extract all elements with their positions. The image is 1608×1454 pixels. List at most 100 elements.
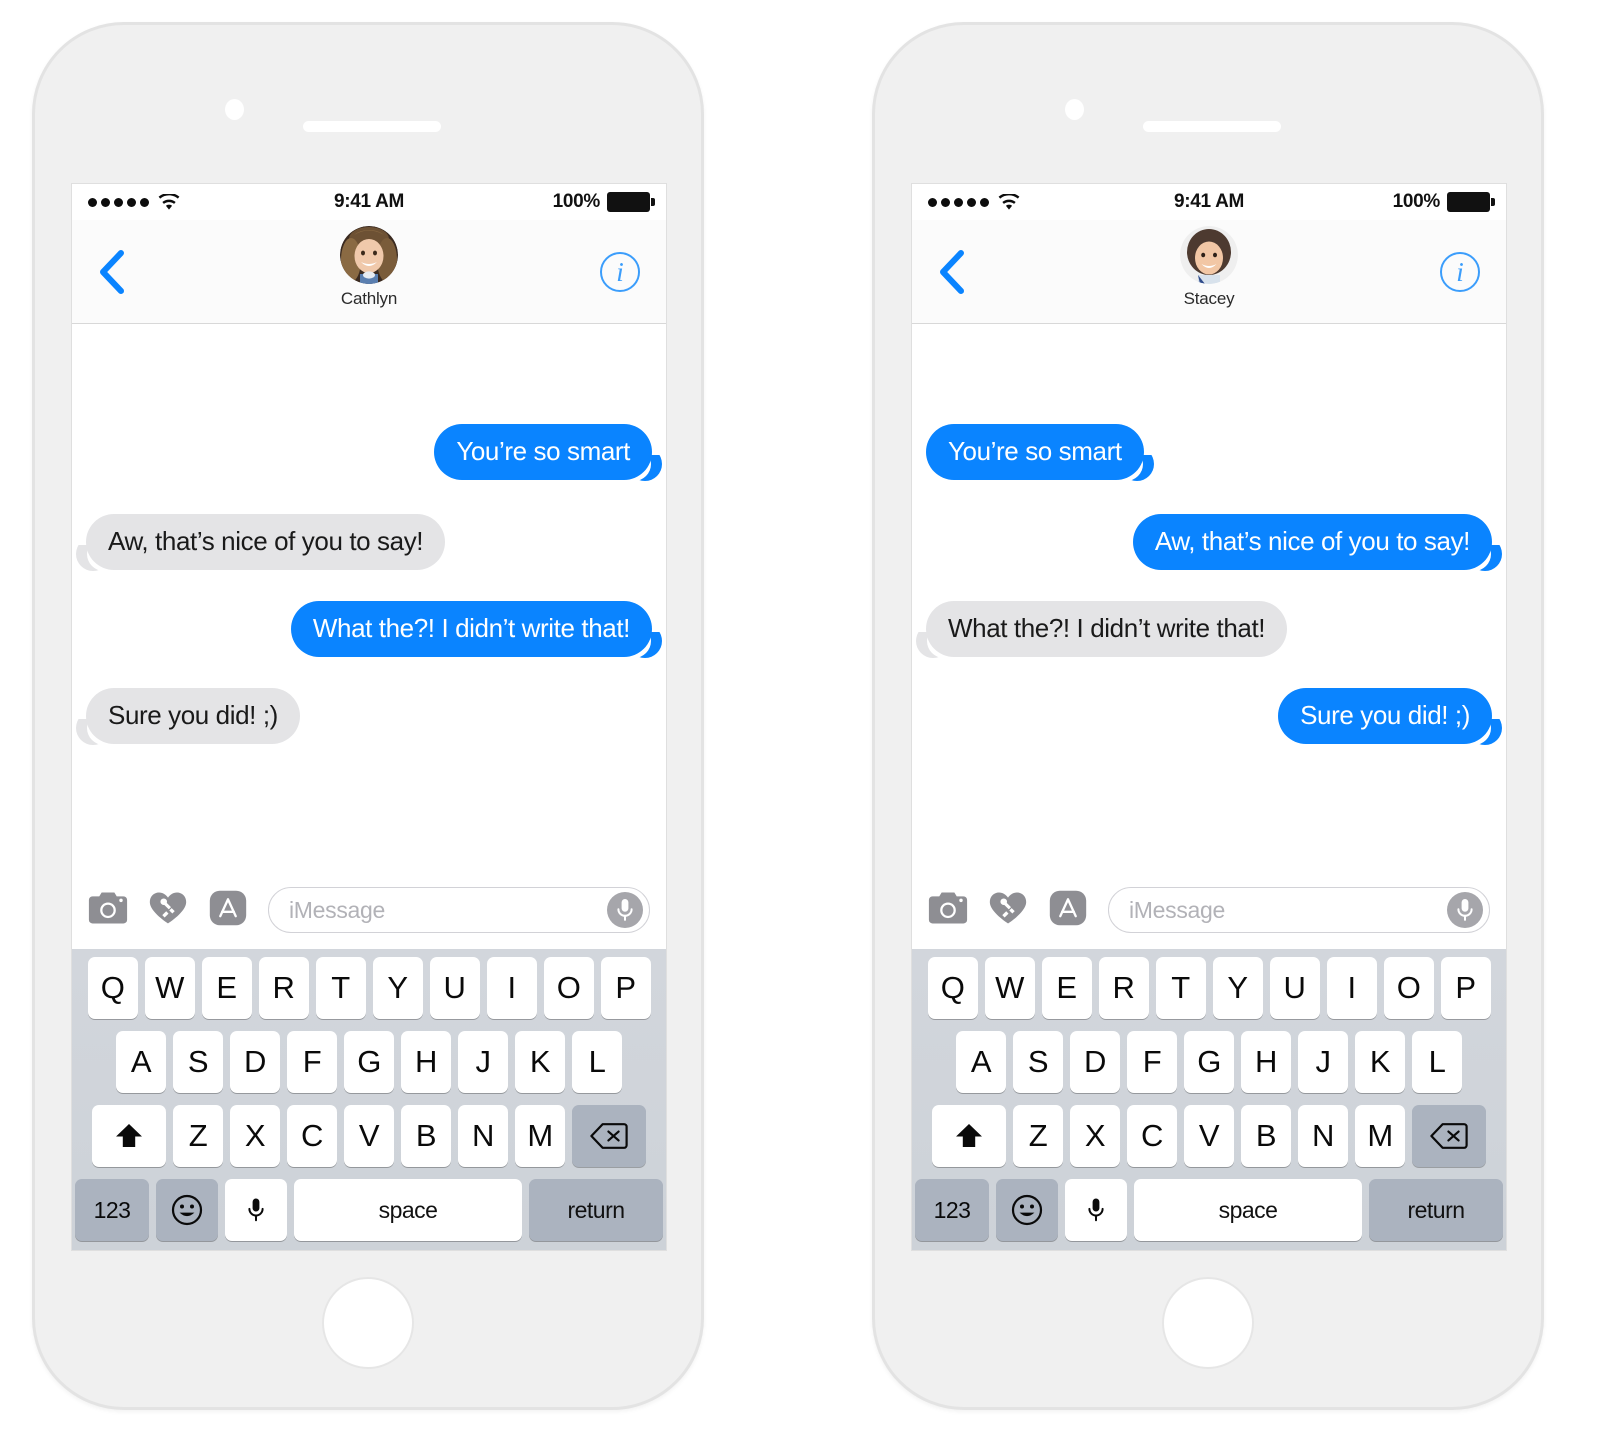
camera-icon[interactable] <box>928 888 968 933</box>
key-C[interactable]: C <box>1127 1105 1177 1167</box>
backspace-icon[interactable] <box>1412 1105 1486 1167</box>
home-button[interactable] <box>322 1277 414 1369</box>
digital-touch-heart-icon[interactable] <box>148 888 188 933</box>
key-F[interactable]: F <box>287 1031 337 1093</box>
key-U[interactable]: U <box>429 957 480 1019</box>
key-A[interactable]: A <box>956 1031 1006 1093</box>
key-M[interactable]: M <box>1355 1105 1405 1167</box>
home-button[interactable] <box>1162 1277 1254 1369</box>
bubble-tail-icon <box>1477 719 1503 745</box>
info-button[interactable]: i <box>600 252 640 292</box>
key-C[interactable]: C <box>287 1105 337 1167</box>
key-K[interactable]: K <box>515 1031 565 1093</box>
key-Q[interactable]: Q <box>87 957 138 1019</box>
key-Y[interactable]: Y <box>372 957 423 1019</box>
key-R[interactable]: R <box>1098 957 1149 1019</box>
shift-arrow-icon[interactable] <box>932 1105 1006 1167</box>
key-P[interactable]: P <box>1440 957 1491 1019</box>
key-N[interactable]: N <box>458 1105 508 1167</box>
message-bubble[interactable]: What the?! I didn’t write that! <box>290 601 652 657</box>
bubble-tail-icon <box>1477 545 1503 571</box>
key-N[interactable]: N <box>1298 1105 1348 1167</box>
key-V[interactable]: V <box>1184 1105 1234 1167</box>
camera-icon[interactable] <box>88 888 128 933</box>
key-T[interactable]: T <box>1155 957 1206 1019</box>
key-A[interactable]: A <box>116 1031 166 1093</box>
key-O[interactable]: O <box>1383 957 1434 1019</box>
conversation-thread: You’re so smart Aw, that’s nice of you to… <box>912 324 1506 871</box>
key-J[interactable]: J <box>1298 1031 1348 1093</box>
digital-touch-heart-icon[interactable] <box>988 888 1028 933</box>
key-B[interactable]: B <box>1241 1105 1291 1167</box>
app-store-icon[interactable] <box>208 888 248 933</box>
back-chevron-icon[interactable] <box>938 250 964 294</box>
message-bubble[interactable]: Sure you did! ;) <box>86 688 300 744</box>
key-W[interactable]: W <box>984 957 1035 1019</box>
imessage-placeholder: iMessage <box>1129 896 1226 923</box>
key-S[interactable]: S <box>1013 1031 1063 1093</box>
message-bubble[interactable]: You’re so smart <box>434 424 652 480</box>
contact-header[interactable]: Cathlyn <box>340 226 398 309</box>
key-W[interactable]: W <box>144 957 195 1019</box>
key-Q[interactable]: Q <box>927 957 978 1019</box>
key-V[interactable]: V <box>344 1105 394 1167</box>
key-F[interactable]: F <box>1127 1031 1177 1093</box>
key-R[interactable]: R <box>258 957 309 1019</box>
key-S[interactable]: S <box>173 1031 223 1093</box>
message-bubble[interactable]: Aw, that’s nice of you to say! <box>1132 514 1492 570</box>
microphone-icon[interactable] <box>607 892 643 928</box>
contact-name: Cathlyn <box>340 289 398 308</box>
key-T[interactable]: T <box>315 957 366 1019</box>
key-G[interactable]: G <box>1184 1031 1234 1093</box>
backspace-icon[interactable] <box>572 1105 646 1167</box>
key-X[interactable]: X <box>230 1105 280 1167</box>
key-L[interactable]: L <box>572 1031 622 1093</box>
microphone-icon-key[interactable] <box>225 1179 287 1241</box>
emoji-smiley-icon[interactable] <box>996 1179 1058 1241</box>
imessage-input[interactable]: iMessage <box>1108 887 1490 933</box>
key-E[interactable]: E <box>201 957 252 1019</box>
key-P[interactable]: P <box>600 957 651 1019</box>
key-X[interactable]: X <box>1070 1105 1120 1167</box>
key-return[interactable]: return <box>1369 1179 1503 1241</box>
key-D[interactable]: D <box>230 1031 280 1093</box>
key-return[interactable]: return <box>529 1179 663 1241</box>
key-J[interactable]: J <box>458 1031 508 1093</box>
key-numbers[interactable]: 123 <box>75 1179 149 1241</box>
phone-right: 9:41 AM 100% Stacey i You’re so smart Aw, tha… <box>872 22 1544 1410</box>
microphone-icon[interactable] <box>1447 892 1483 928</box>
key-I[interactable]: I <box>1326 957 1377 1019</box>
app-store-icon[interactable] <box>1048 888 1088 933</box>
key-D[interactable]: D <box>1070 1031 1120 1093</box>
message-bubble[interactable]: Aw, that’s nice of you to say! <box>86 514 446 570</box>
key-L[interactable]: L <box>1412 1031 1462 1093</box>
key-Y[interactable]: Y <box>1212 957 1263 1019</box>
keyboard-row-4: 123 space return <box>75 1179 663 1241</box>
key-numbers[interactable]: 123 <box>915 1179 989 1241</box>
message-bubble[interactable]: Sure you did! ;) <box>1278 688 1492 744</box>
key-space[interactable]: space <box>294 1179 522 1241</box>
message-bubble[interactable]: You’re so smart <box>926 424 1144 480</box>
key-G[interactable]: G <box>344 1031 394 1093</box>
key-M[interactable]: M <box>515 1105 565 1167</box>
key-space[interactable]: space <box>1134 1179 1362 1241</box>
contact-header[interactable]: Stacey <box>1180 226 1238 309</box>
key-E[interactable]: E <box>1041 957 1092 1019</box>
message-bubble[interactable]: What the?! I didn’t write that! <box>926 601 1288 657</box>
key-H[interactable]: H <box>401 1031 451 1093</box>
key-B[interactable]: B <box>401 1105 451 1167</box>
imessage-input[interactable]: iMessage <box>268 887 650 933</box>
key-H[interactable]: H <box>1241 1031 1291 1093</box>
key-K[interactable]: K <box>1355 1031 1405 1093</box>
avatar-cathlyn <box>340 226 398 284</box>
key-I[interactable]: I <box>486 957 537 1019</box>
microphone-icon-key[interactable] <box>1065 1179 1127 1241</box>
key-U[interactable]: U <box>1269 957 1320 1019</box>
key-Z[interactable]: Z <box>1013 1105 1063 1167</box>
key-Z[interactable]: Z <box>173 1105 223 1167</box>
emoji-smiley-icon[interactable] <box>156 1179 218 1241</box>
key-O[interactable]: O <box>543 957 594 1019</box>
shift-arrow-icon[interactable] <box>92 1105 166 1167</box>
info-button[interactable]: i <box>1440 252 1480 292</box>
back-chevron-icon[interactable] <box>98 250 124 294</box>
